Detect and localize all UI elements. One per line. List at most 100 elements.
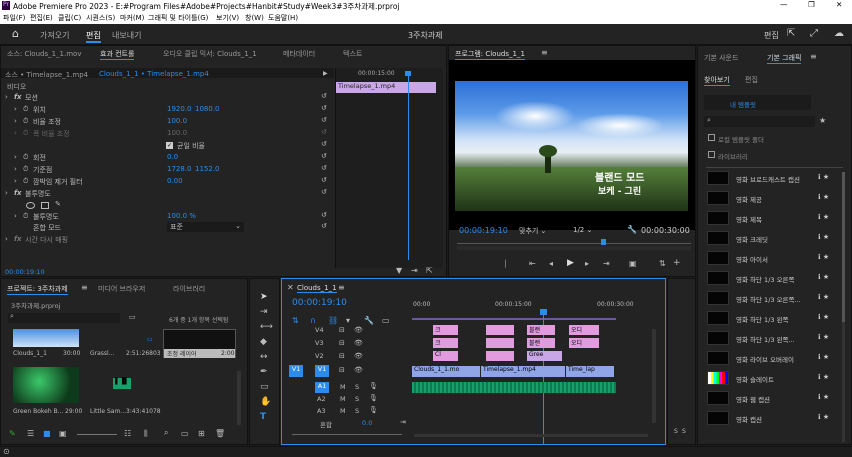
new-bin-icon[interactable]: ▭ <box>181 429 189 438</box>
info-icon[interactable]: ℹ ★ <box>818 393 829 401</box>
anchor-x-value[interactable]: 1728.0 <box>167 165 192 173</box>
freeform-view-icon[interactable]: ▣ <box>59 429 67 438</box>
timeline-timecode[interactable]: 00:00:19:10 <box>292 298 347 308</box>
audio-clip-a1[interactable] <box>412 382 616 393</box>
mute-icon[interactable]: M <box>340 383 346 391</box>
position-y-value[interactable]: 1080.0 <box>195 105 220 113</box>
project-scrollbar[interactable] <box>237 371 241 425</box>
solo-icon[interactable]: S <box>355 407 359 415</box>
chevron-right-icon[interactable]: › <box>14 165 17 173</box>
chevron-right-icon[interactable]: › <box>14 129 17 137</box>
mark-in-icon[interactable]: ⎸ <box>505 259 513 269</box>
track-lock-icon[interactable]: ⊟ <box>339 326 345 334</box>
tab-essential-sound[interactable]: 기본 사운드 <box>704 53 738 63</box>
microphone-icon[interactable]: 🎙 <box>369 394 378 402</box>
menu-marker[interactable]: 마커(M) <box>120 13 144 23</box>
button-editor-icon[interactable]: ⇅ <box>659 259 666 268</box>
share-icon[interactable]: ☁ <box>834 28 844 39</box>
blend-mode-select[interactable]: 표준 ⌄ <box>167 222 244 232</box>
anchor-y-value[interactable]: 1152.0 <box>195 165 220 173</box>
info-icon[interactable]: ℹ ★ <box>818 353 829 361</box>
reset-icon[interactable]: ↺ <box>321 164 327 172</box>
template-item[interactable]: 영화 하단 1/3 왼쪽... ℹ ★ <box>707 331 837 345</box>
go-to-out-icon[interactable]: ⇥ <box>603 259 610 268</box>
sort-icon[interactable]: ☷ <box>124 429 131 438</box>
menu-edit[interactable]: 편집(E) <box>30 13 53 23</box>
reset-icon[interactable]: ↺ <box>321 140 327 148</box>
panel-menu-icon[interactable]: ≡ <box>541 48 548 57</box>
ellipse-mask-icon[interactable] <box>26 202 35 209</box>
library-checkbox[interactable] <box>708 151 715 158</box>
maximize-icon[interactable]: ❐ <box>808 0 815 9</box>
stopwatch-icon[interactable]: ⏱ <box>23 105 28 114</box>
chevron-right-icon[interactable]: › <box>14 105 17 113</box>
project-search-input[interactable]: ⌕ <box>8 312 120 323</box>
stopwatch-icon[interactable]: ⏱ <box>23 165 28 174</box>
info-icon[interactable]: ℹ ★ <box>818 313 829 321</box>
nest-icon[interactable]: ⇅ <box>292 316 299 325</box>
templates-scrollbar[interactable] <box>842 172 845 322</box>
mini-playhead[interactable] <box>408 74 409 260</box>
linked-selection-icon[interactable]: ⛓ <box>328 316 338 325</box>
info-icon[interactable]: ℹ ★ <box>818 273 829 281</box>
panel-menu-icon[interactable]: ≡ <box>338 283 345 292</box>
sequence-clip-label[interactable]: Clouds_1_1 • Timelapse_1.mp4 <box>99 70 209 78</box>
step-back-icon[interactable]: ◂ <box>549 259 553 268</box>
new-item-icon[interactable]: ⊞ <box>198 429 205 438</box>
microphone-icon[interactable]: 🎙 <box>369 382 378 390</box>
graphic-clip-v3[interactable]: 크 <box>433 338 458 348</box>
reset-icon[interactable]: ↺ <box>321 104 327 112</box>
graphic-clip-v3[interactable]: 블랜 <box>527 338 555 348</box>
timelapse-clip-v1[interactable]: Time_lap <box>566 366 614 377</box>
pencil-icon[interactable]: ✎ <box>9 429 16 438</box>
step-forward-icon[interactable]: ▸ <box>585 259 589 268</box>
stopwatch-icon[interactable]: ⏱ <box>23 212 28 221</box>
type-tool-icon[interactable]: T <box>260 412 266 422</box>
home-icon[interactable]: ⌂ <box>12 27 19 40</box>
menu-clip[interactable]: 클립(C) <box>58 13 81 23</box>
minimize-icon[interactable]: — <box>780 0 788 9</box>
export-frame-icon[interactable]: ▣ <box>629 259 637 268</box>
rectangle-mask-icon[interactable] <box>41 202 49 209</box>
chevron-down-icon[interactable]: › <box>5 189 8 197</box>
stopwatch-icon[interactable]: ⏱ <box>23 153 28 162</box>
automate-icon[interactable]: ⫼ <box>144 429 148 439</box>
play-arrow-icon[interactable]: ▶ <box>323 70 328 77</box>
tab-audio-mixer[interactable]: 오디오 클립 믹서: Clouds_1_1 <box>163 49 257 59</box>
clear-icon[interactable]: 🗑 <box>215 429 225 438</box>
close-icon[interactable]: ✕ <box>287 283 294 292</box>
menu-help[interactable]: 도움말(H) <box>268 13 298 23</box>
info-icon[interactable]: ℹ ★ <box>818 253 829 261</box>
fit-select[interactable]: 맞추기 ⌄ <box>519 226 561 236</box>
template-item[interactable]: 영화 아이서 ℹ ★ <box>707 251 837 265</box>
tab-edit-graphics[interactable]: 편집 <box>745 75 758 85</box>
my-templates-select[interactable]: 내 템플릿 <box>704 95 811 110</box>
info-icon[interactable]: ℹ ★ <box>818 173 829 181</box>
track-lock-icon[interactable]: ⊟ <box>339 352 345 360</box>
tab-source[interactable]: 소스: Clouds_1_1.mov <box>7 49 81 59</box>
razor-tool-icon[interactable]: ◆ <box>260 337 267 347</box>
menu-window[interactable]: 창(W) <box>245 13 264 23</box>
stopwatch-icon[interactable]: ⏱ <box>23 117 28 126</box>
add-icon[interactable]: + <box>673 258 681 268</box>
pen-mask-icon[interactable]: ✎ <box>55 200 61 208</box>
stopwatch-icon[interactable]: ⏱ <box>23 177 28 186</box>
captions-icon[interactable]: ▭ <box>382 316 390 325</box>
tab-media-browser[interactable]: 미디어 브라우저 <box>98 284 145 294</box>
microphone-icon[interactable]: 🎙 <box>369 406 378 414</box>
solo-icon[interactable]: S <box>355 395 359 403</box>
tab-text[interactable]: 텍스트 <box>343 49 362 59</box>
project-item-name[interactable]: Little Sam... <box>90 408 126 415</box>
graphic-clip-v4[interactable]: 블랜 <box>527 325 555 335</box>
timeline-vscrollbar[interactable] <box>652 329 656 423</box>
template-item[interactable]: 영화 하단 1/3 오른쪽... ℹ ★ <box>707 291 837 305</box>
program-timecode[interactable]: 00:00:19:10 <box>459 226 508 235</box>
info-icon[interactable]: ℹ ★ <box>818 293 829 301</box>
zoom-slider[interactable] <box>77 434 117 435</box>
menu-view[interactable]: 보기(V) <box>216 13 239 23</box>
tab-sequence[interactable]: Clouds_1_1 <box>297 284 337 293</box>
pen-tool-icon[interactable]: ✒ <box>260 367 268 377</box>
template-item[interactable]: 영화 라이브 오버레이 ℹ ★ <box>707 351 837 365</box>
menu-sequence[interactable]: 시퀀스(S) <box>86 13 115 23</box>
quality-select[interactable]: 1/2 ⌄ <box>573 226 592 234</box>
